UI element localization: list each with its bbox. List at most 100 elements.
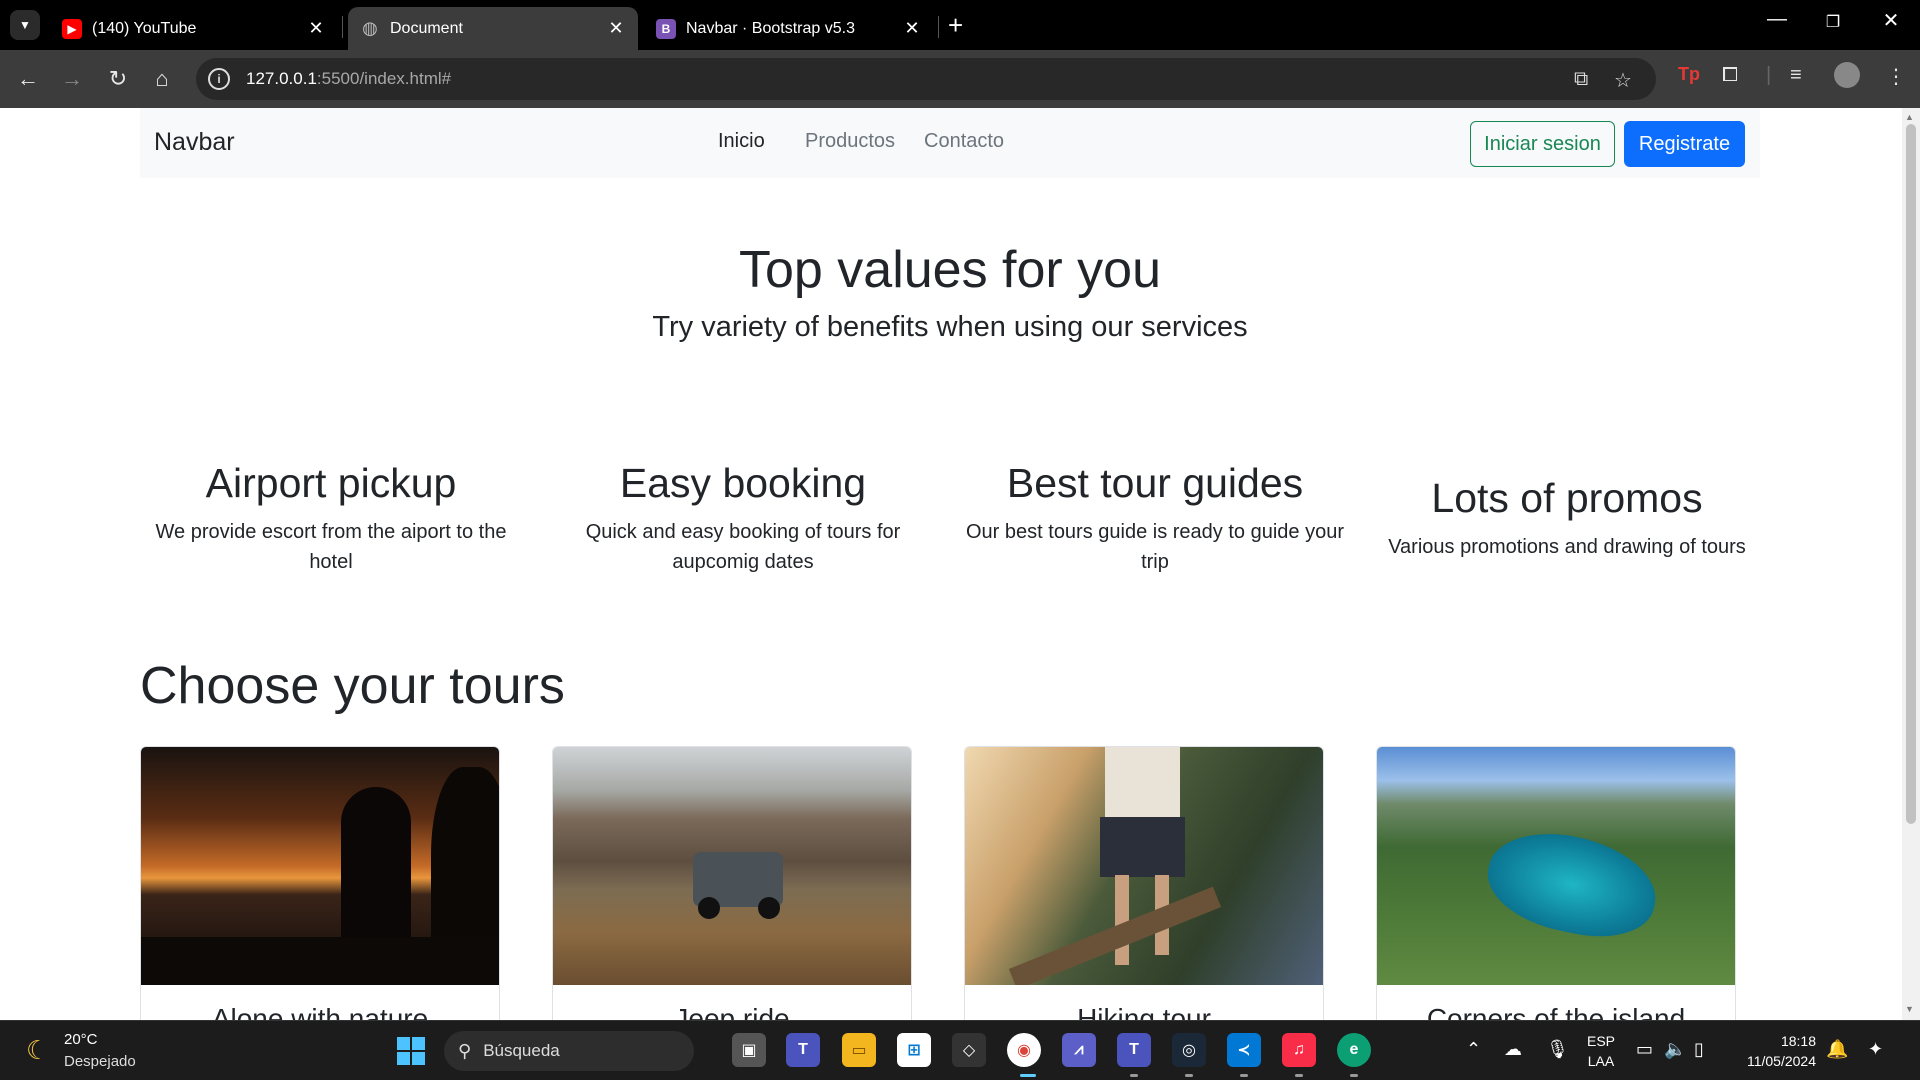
music-icon[interactable]: ♫ [1282, 1033, 1316, 1067]
tours-section-title: Choose your tours [140, 657, 565, 715]
tour-card-title: Alone with nature [211, 1003, 429, 1020]
globe-icon: ◍ [362, 18, 378, 38]
window-close-button[interactable]: ✕ [1876, 8, 1906, 33]
windows-taskbar: ☾ 20°C Despejado ⚲ Búsqueda ▣ T ▭ ⊞ ◇ ◉ … [0, 1020, 1920, 1080]
feature-airport-pickup: Airport pickup We provide escort from th… [136, 460, 526, 577]
extension-tp-icon[interactable]: Tp [1678, 64, 1700, 85]
feature-title: Lots of promos [1431, 475, 1703, 521]
feature-best-tour-guides: Best tour guides Our best tours guide is… [960, 460, 1350, 577]
teams-icon[interactable]: T [786, 1033, 820, 1067]
new-tab-button[interactable]: + [948, 12, 963, 38]
edge-icon[interactable]: e [1337, 1033, 1371, 1067]
translate-icon[interactable]: ⧉ [1574, 68, 1588, 91]
language-bottom[interactable]: LAA [1586, 1053, 1616, 1069]
tab-youtube[interactable]: ▶ (140) YouTube ✕ [50, 7, 338, 50]
profile-avatar[interactable] [1834, 62, 1860, 88]
bootstrap-icon: B [656, 18, 676, 39]
weather-temperature[interactable]: 20°C [64, 1031, 98, 1048]
tour-card[interactable]: Corners of the island [1376, 746, 1736, 1020]
volume-icon[interactable]: 🔈 [1664, 1039, 1686, 1060]
tab-search-button[interactable]: ▼ [10, 10, 40, 40]
browser-toolbar: ← → ↻ ⌂ i 127.0.0.1:5500/index.html# ⧉ ☆… [0, 50, 1920, 108]
feature-title: Easy booking [619, 460, 867, 506]
tab-document[interactable]: ◍ Document ✕ [348, 7, 638, 50]
tour-card-title: Jeep ride [674, 1003, 790, 1020]
task-view-icon[interactable]: ▣ [732, 1033, 766, 1067]
forward-button[interactable]: → [56, 63, 88, 95]
page-scrollbar[interactable]: ▲ ▼ [1902, 108, 1920, 1020]
extensions-puzzle-icon[interactable]: ⧠ [1722, 64, 1738, 87]
more-menu-icon[interactable]: ⋮ [1886, 64, 1906, 89]
microsoft-store-icon[interactable]: ⊞ [897, 1033, 931, 1067]
site-info-icon[interactable]: i [208, 68, 230, 90]
taskbar-search[interactable]: ⚲ Búsqueda [444, 1031, 694, 1071]
feature-title: Airport pickup [205, 460, 457, 506]
clock-date: 11/05/2024 [1746, 1053, 1816, 1069]
nav-link-productos[interactable]: Productos [805, 130, 895, 153]
scroll-down-icon[interactable]: ▼ [1905, 1004, 1914, 1014]
page-viewport: Navbar Inicio Productos Contacto Iniciar… [0, 108, 1902, 1020]
system-clock[interactable]: 18:18 11/05/2024 [1736, 1031, 1816, 1071]
onedrive-cloud-icon[interactable]: ☁ [1504, 1039, 1522, 1060]
navbar-brand[interactable]: Navbar [154, 128, 235, 157]
weather-description[interactable]: Despejado [64, 1053, 136, 1070]
visual-studio-icon[interactable]: ⩘ [1062, 1033, 1096, 1067]
tab-bootstrap[interactable]: B Navbar · Bootstrap v5.3 ✕ [644, 7, 934, 50]
scroll-up-icon[interactable]: ▲ [1905, 112, 1914, 122]
chevron-down-icon: ▼ [19, 18, 31, 32]
scrollbar-thumb[interactable] [1906, 124, 1916, 824]
tour-card[interactable]: Hiking tour [964, 746, 1324, 1020]
media-queue-icon[interactable]: ≡ [1790, 64, 1802, 87]
nav-link-contacto[interactable]: Contacto [924, 130, 1004, 153]
moon-icon[interactable]: ☾ [26, 1035, 49, 1066]
register-button[interactable]: Registrate [1624, 121, 1745, 167]
browser-tab-strip: ▼ ▶ (140) YouTube ✕ ◍ Document ✕ B Navba… [0, 0, 1920, 50]
restore-button[interactable]: ❐ [1818, 12, 1848, 32]
address-bar[interactable]: i 127.0.0.1:5500/index.html# ⧉ ☆ [196, 58, 1656, 100]
search-placeholder: Búsqueda [483, 1041, 560, 1060]
chevron-up-icon[interactable]: ⌃ [1466, 1039, 1481, 1060]
windows-start-button[interactable] [397, 1037, 425, 1065]
tour-image-lake [1377, 747, 1735, 985]
feature-easy-booking: Easy booking Quick and easy booking of t… [548, 460, 938, 577]
network-icon[interactable]: ▭ [1636, 1039, 1653, 1060]
file-explorer-icon[interactable]: ▭ [842, 1033, 876, 1067]
close-icon[interactable]: ✕ [306, 18, 326, 39]
clock-time: 18:18 [1780, 1033, 1816, 1049]
microphone-icon[interactable]: 🎙 [1546, 1039, 1569, 1060]
copilot-icon[interactable]: ✦ [1868, 1039, 1883, 1060]
vscode-icon[interactable]: ≺ [1227, 1033, 1261, 1067]
tour-card[interactable]: Jeep ride [552, 746, 912, 1020]
chrome-icon[interactable]: ◉ [1007, 1033, 1041, 1067]
reload-button[interactable]: ↻ [102, 63, 134, 95]
bookmark-star-icon[interactable]: ☆ [1614, 68, 1632, 93]
unity-icon[interactable]: ◇ [952, 1033, 986, 1067]
battery-icon[interactable]: ▯ [1694, 1039, 1704, 1060]
tour-card[interactable]: Alone with nature [140, 746, 500, 1020]
search-icon: ⚲ [458, 1040, 472, 1061]
language-top[interactable]: ESP [1586, 1033, 1616, 1049]
minimize-button[interactable]: — [1762, 8, 1792, 31]
hero-subtitle: Try variety of benefits when using our s… [652, 311, 1248, 343]
close-icon[interactable]: ✕ [902, 18, 922, 39]
feature-text: We provide escort from the aiport to the… [155, 521, 507, 573]
notification-bell-icon[interactable]: 🔔 [1826, 1039, 1848, 1060]
site-navbar: Navbar Inicio Productos Contacto Iniciar… [140, 108, 1760, 178]
back-button[interactable]: ← [12, 63, 44, 95]
feature-title: Best tour guides [1006, 460, 1304, 506]
url-text: 127.0.0.1:5500/index.html# [246, 69, 452, 88]
login-button[interactable]: Iniciar sesion [1470, 121, 1615, 167]
nav-link-inicio[interactable]: Inicio [718, 130, 765, 153]
tour-card-title: Corners of the island [1426, 1003, 1686, 1020]
steam-icon[interactable]: ◎ [1172, 1033, 1206, 1067]
tour-image-hiking [965, 747, 1323, 985]
hero-title: Top values for you [738, 241, 1162, 299]
teams-new-icon[interactable]: T [1117, 1033, 1151, 1067]
feature-lots-of-promos: Lots of promos Various promotions and dr… [1372, 475, 1762, 562]
close-icon[interactable]: ✕ [606, 18, 626, 39]
home-icon[interactable]: ⌂ [146, 63, 178, 95]
tour-card-title: Hiking tour [1077, 1003, 1211, 1020]
youtube-icon: ▶ [62, 18, 82, 39]
tab-title: Navbar · Bootstrap v5.3 [686, 19, 855, 37]
toolbar-divider: | [1766, 64, 1772, 86]
